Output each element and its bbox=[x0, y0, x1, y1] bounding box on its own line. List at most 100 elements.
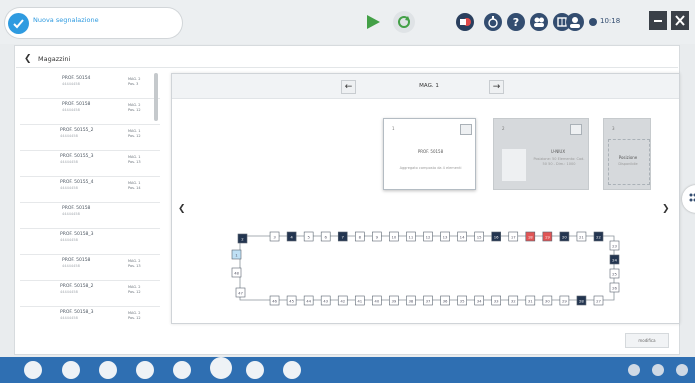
edit-button[interactable]: modifica bbox=[625, 333, 669, 348]
slot-label: 16 bbox=[494, 234, 499, 239]
conveyor-slot[interactable]: 8 bbox=[354, 231, 365, 242]
settings-search-icon[interactable] bbox=[246, 361, 264, 379]
conveyor-slot[interactable]: 12 bbox=[423, 231, 433, 242]
conveyor-slot[interactable]: 48 bbox=[231, 267, 242, 278]
settings-icon[interactable] bbox=[676, 364, 688, 376]
slot-label: 20 bbox=[562, 234, 567, 239]
conveyor-slot[interactable]: 19 bbox=[542, 231, 553, 242]
conveyor-slot[interactable]: 11 bbox=[406, 231, 416, 242]
conveyor-slot[interactable]: 4 bbox=[286, 231, 297, 242]
alert-icon[interactable] bbox=[136, 361, 154, 379]
slot-label: 30 bbox=[545, 298, 550, 303]
conveyor-slot[interactable]: 29 bbox=[559, 295, 570, 306]
conveyor-map: 2 3 4 5 6 7 8 9 10 11 12 13 14 15 16 17 18 19 20 21 224746 45… bbox=[231, 231, 620, 306]
edit-icon[interactable] bbox=[62, 361, 80, 379]
conveyor-slot[interactable]: 34 bbox=[474, 295, 484, 306]
conveyor-slot[interactable]: 21 bbox=[576, 231, 587, 242]
conveyor-slot[interactable]: 18 bbox=[525, 231, 536, 242]
slot-label: 32 bbox=[511, 298, 516, 303]
slot-label: 27 bbox=[596, 298, 601, 303]
slot-label: 14 bbox=[460, 234, 465, 239]
conveyor-slot[interactable]: 27 bbox=[593, 295, 604, 306]
slot-label: 11 bbox=[409, 234, 414, 239]
slot-label: 28 bbox=[579, 298, 584, 303]
slot-label: 13 bbox=[443, 234, 448, 239]
slot-label: 15 bbox=[477, 234, 482, 239]
slot-label: 29 bbox=[562, 298, 567, 303]
slot-label: 39 bbox=[391, 298, 396, 303]
conveyor-slot[interactable]: 35 bbox=[457, 295, 467, 306]
conveyor-slot[interactable]: 45 bbox=[286, 295, 297, 306]
conveyor-slot[interactable]: 44 bbox=[303, 295, 314, 306]
slot-label: 24 bbox=[612, 257, 617, 262]
slot-label: 47 bbox=[238, 290, 243, 295]
slot-label: 44 bbox=[306, 298, 311, 303]
slot-label: 36 bbox=[443, 298, 448, 303]
conveyor-track bbox=[239, 235, 615, 301]
conveyor-slot[interactable]: 1 bbox=[231, 249, 242, 260]
slot-label: 45 bbox=[289, 298, 294, 303]
transfer-icon[interactable] bbox=[283, 361, 301, 379]
slot-label: 42 bbox=[340, 298, 345, 303]
conveyor-slot[interactable]: 28 bbox=[576, 295, 587, 306]
conveyor-slot[interactable]: 22 bbox=[593, 231, 604, 242]
conveyor-slot[interactable]: 5 bbox=[303, 231, 314, 242]
slot-label: 43 bbox=[323, 298, 328, 303]
conveyor-slot[interactable]: 30 bbox=[542, 295, 553, 306]
recycle-icon[interactable] bbox=[24, 361, 42, 379]
side-panel-toggle[interactable] bbox=[682, 185, 695, 213]
stats-icon[interactable] bbox=[173, 361, 191, 379]
conveyor-slot[interactable]: 23 bbox=[609, 240, 620, 251]
volume-icon[interactable] bbox=[652, 364, 664, 376]
conveyor-slot[interactable]: 20 bbox=[559, 231, 570, 242]
slot-label: 12 bbox=[426, 234, 431, 239]
conveyor-slot[interactable]: 24 bbox=[609, 254, 620, 265]
slot-label: 46 bbox=[272, 298, 277, 303]
slot-label: 31 bbox=[528, 298, 533, 303]
slot-label: 35 bbox=[460, 298, 465, 303]
slot-label: 18 bbox=[528, 234, 533, 239]
slot-label: 26 bbox=[612, 285, 617, 290]
slot-label: 37 bbox=[426, 298, 431, 303]
conveyor-slot[interactable]: 36 bbox=[440, 295, 450, 306]
conveyor-slot[interactable]: 37 bbox=[423, 295, 433, 306]
conveyor-slot[interactable]: 13 bbox=[440, 231, 450, 242]
conveyor-slot[interactable]: 39 bbox=[389, 295, 399, 306]
conveyor-slot[interactable]: 15 bbox=[474, 231, 484, 242]
slot-label: 40 bbox=[374, 298, 379, 303]
slot-label: 23 bbox=[612, 243, 617, 248]
conveyor-slot[interactable]: 16 bbox=[491, 231, 502, 242]
slot-label: 25 bbox=[612, 271, 617, 276]
conveyor-slot[interactable]: 14 bbox=[457, 231, 467, 242]
conveyor-slot[interactable]: 41 bbox=[354, 295, 365, 306]
slot-label: 21 bbox=[579, 234, 584, 239]
conveyor-slot[interactable]: 9 bbox=[372, 231, 382, 242]
slot-label: 34 bbox=[477, 298, 482, 303]
slot-label: 19 bbox=[545, 234, 550, 239]
conveyor-slot[interactable]: 2 bbox=[237, 233, 248, 244]
conveyor-slot[interactable]: 33 bbox=[491, 295, 502, 306]
conveyor-slot[interactable]: 42 bbox=[337, 295, 348, 306]
brightness-icon[interactable] bbox=[628, 364, 640, 376]
conveyor-slot[interactable]: 25 bbox=[609, 268, 620, 279]
conveyor-slot[interactable]: 17 bbox=[508, 231, 519, 242]
conveyor-slot[interactable]: 31 bbox=[525, 295, 536, 306]
conveyor-slot[interactable]: 6 bbox=[320, 231, 331, 242]
warehouse-icon[interactable] bbox=[210, 357, 232, 379]
conveyor-slot[interactable]: 26 bbox=[609, 282, 620, 293]
conveyor-slot[interactable]: 10 bbox=[389, 231, 399, 242]
conveyor-slot[interactable]: 43 bbox=[320, 295, 331, 306]
conveyor-slot[interactable]: 3 bbox=[269, 231, 280, 242]
conveyor-slot[interactable]: 46 bbox=[269, 295, 280, 306]
layers-icon[interactable] bbox=[99, 361, 117, 379]
conveyor-slot[interactable]: 32 bbox=[508, 295, 519, 306]
slot-label: 41 bbox=[357, 298, 362, 303]
conveyor-slot[interactable]: 38 bbox=[406, 295, 416, 306]
slot-label: 33 bbox=[494, 298, 499, 303]
slot-label: 22 bbox=[596, 234, 601, 239]
conveyor-slot[interactable]: 47 bbox=[235, 287, 246, 298]
conveyor-slot[interactable]: 40 bbox=[372, 295, 382, 306]
slot-label: 48 bbox=[234, 270, 239, 275]
slot-label: 17 bbox=[511, 234, 516, 239]
conveyor-slot[interactable]: 7 bbox=[337, 231, 348, 242]
